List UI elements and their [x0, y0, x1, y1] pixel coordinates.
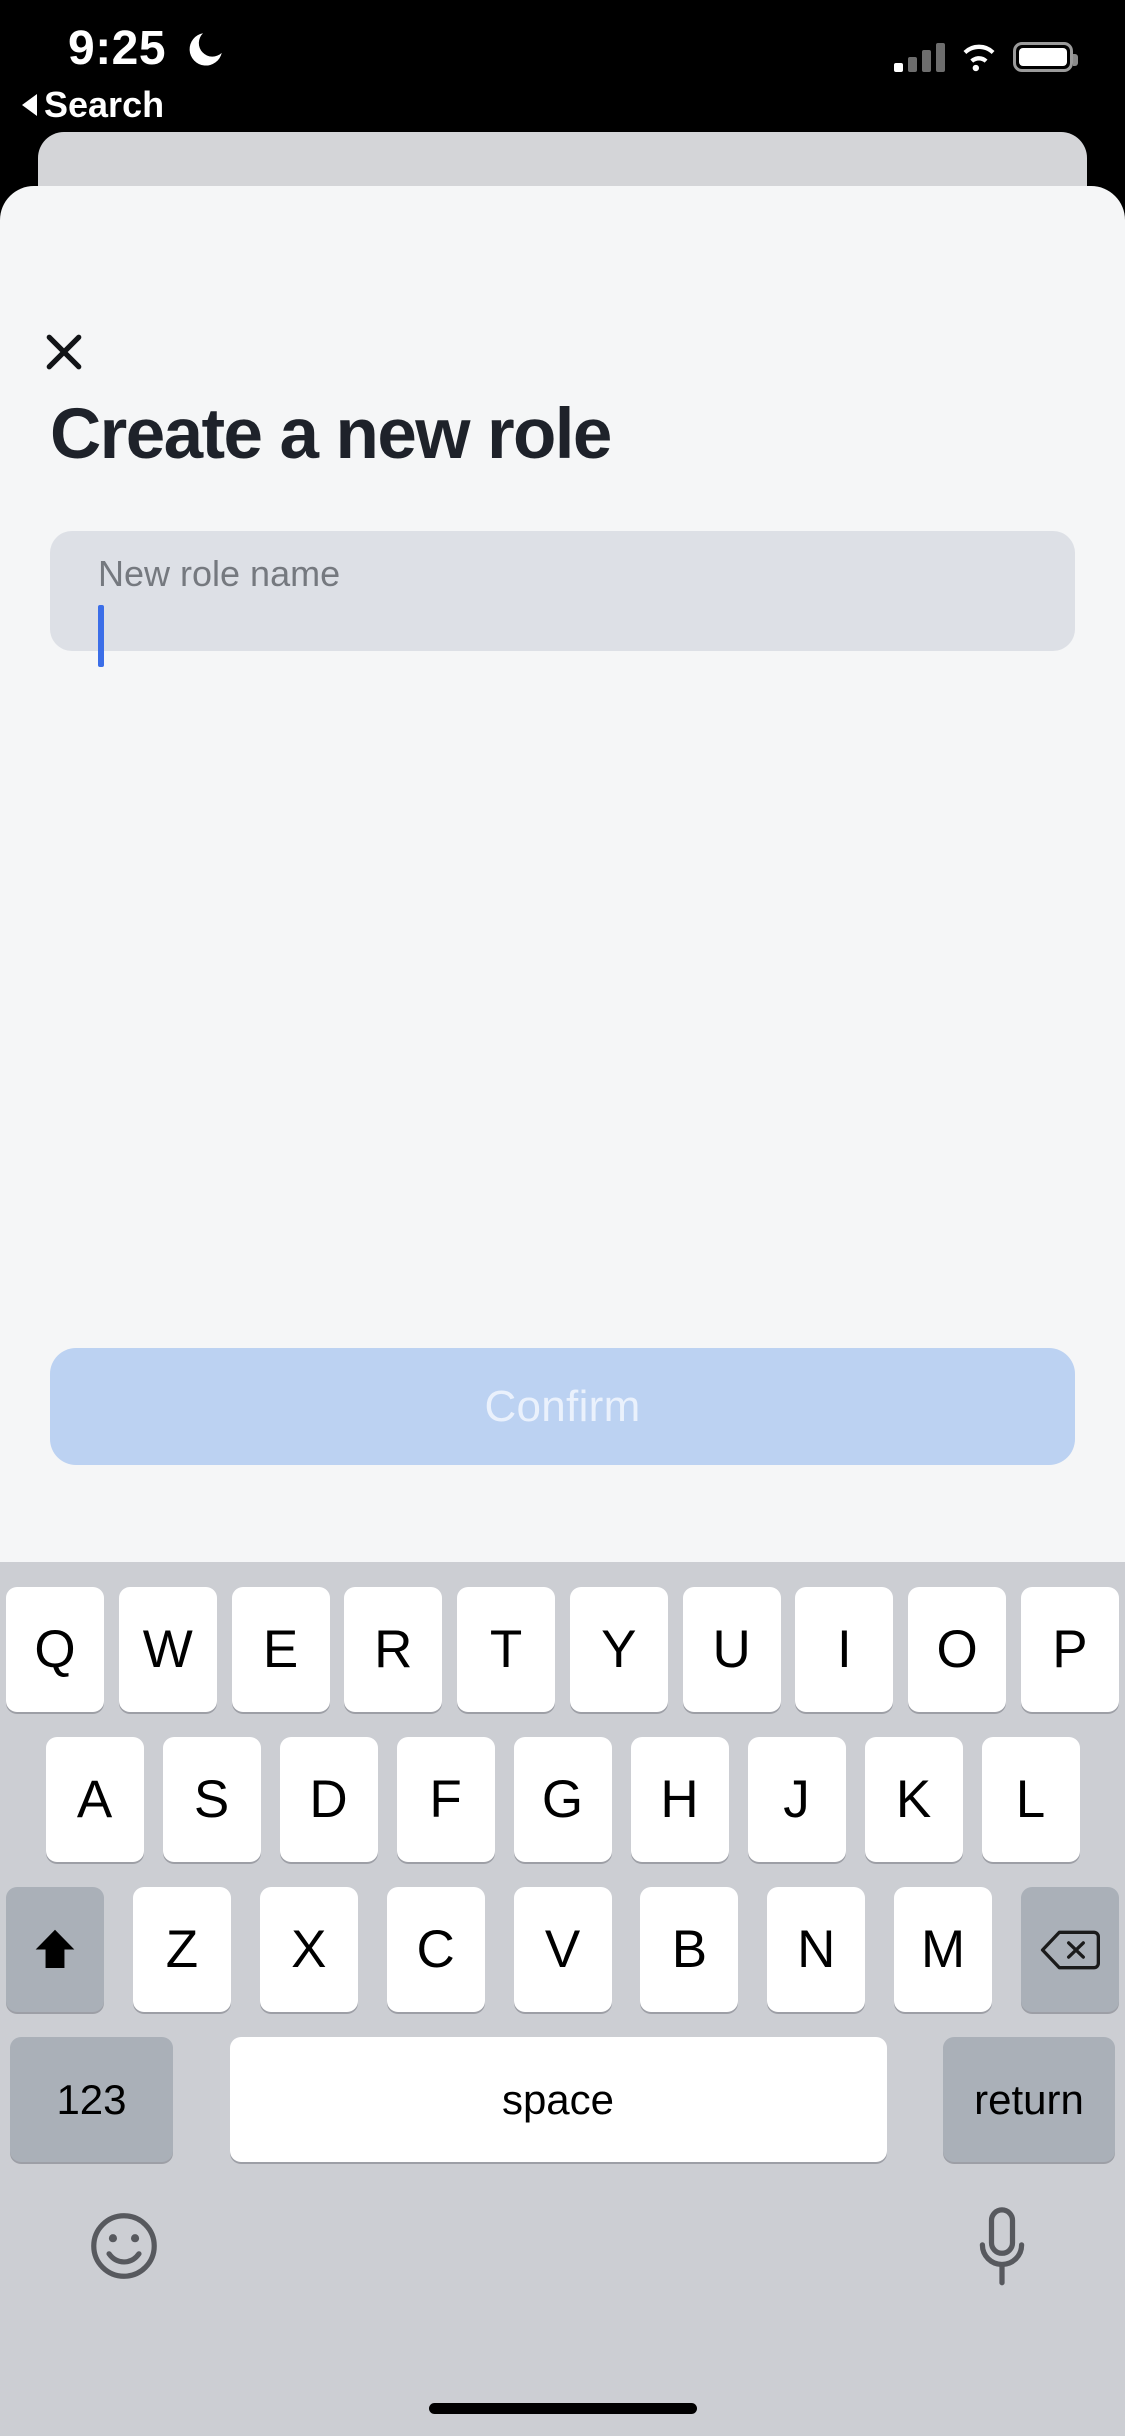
keyboard-bottom-bar	[0, 2197, 1125, 2327]
keyboard-row-2: A S D F G H J K L	[0, 1737, 1125, 1862]
return-key[interactable]: return	[943, 2037, 1115, 2162]
home-indicator-bar	[428, 2403, 697, 2414]
status-bar: 9:25 Search	[0, 0, 1125, 132]
back-link-label: Search	[44, 84, 165, 125]
key-l[interactable]: L	[981, 1737, 1080, 1862]
keyboard-row-4: 123 space return	[0, 2037, 1125, 2162]
key-a[interactable]: A	[45, 1737, 144, 1862]
key-w[interactable]: W	[118, 1587, 217, 1712]
key-e[interactable]: E	[231, 1587, 330, 1712]
shift-key[interactable]	[6, 1887, 104, 2012]
on-screen-keyboard: Q W E R T Y U I O P A S D F G H J K L Z …	[0, 1562, 1125, 2436]
new-role-name-input[interactable]: New role name	[50, 531, 1075, 667]
key-p[interactable]: P	[1020, 1587, 1119, 1712]
key-m[interactable]: M	[894, 1887, 993, 2012]
key-q[interactable]: Q	[6, 1587, 104, 1712]
key-i[interactable]: I	[795, 1587, 894, 1712]
key-v[interactable]: V	[513, 1887, 612, 2012]
status-bar-indicators	[894, 32, 1078, 72]
keyboard-row-1: Q W E R T Y U I O P	[0, 1587, 1125, 1712]
key-y[interactable]: Y	[569, 1587, 668, 1712]
space-key[interactable]: space	[229, 2037, 887, 2162]
keyboard-row-3: Z X C V B N M	[0, 1887, 1125, 2012]
confirm-button-label: Confirm	[484, 1381, 641, 1431]
key-u[interactable]: U	[682, 1587, 781, 1712]
new-role-name-label: New role name	[98, 553, 341, 594]
close-x-icon	[46, 334, 82, 370]
cellular-signal-icon	[894, 42, 945, 72]
key-o[interactable]: O	[908, 1587, 1007, 1712]
key-b[interactable]: B	[640, 1887, 739, 2012]
dictation-key[interactable]	[974, 2205, 1030, 2289]
key-r[interactable]: R	[344, 1587, 443, 1712]
crescent-moon-icon	[189, 33, 222, 66]
key-j[interactable]: J	[747, 1737, 846, 1862]
key-z[interactable]: Z	[132, 1887, 231, 2012]
key-s[interactable]: S	[162, 1737, 261, 1862]
text-caret	[98, 605, 104, 667]
shift-up-arrow-icon	[35, 1929, 75, 1968]
microphone-icon	[979, 2207, 1025, 2286]
key-n[interactable]: N	[767, 1887, 866, 2012]
key-c[interactable]: C	[386, 1887, 485, 2012]
create-role-sheet: Create a new role New role name Confirm	[0, 186, 1125, 1562]
key-f[interactable]: F	[396, 1737, 495, 1862]
key-t[interactable]: T	[457, 1587, 556, 1712]
backspace-key[interactable]	[1021, 1887, 1119, 2012]
key-k[interactable]: K	[864, 1737, 963, 1862]
numbers-key[interactable]: 123	[10, 2037, 173, 2162]
emoji-smiley-icon	[91, 2213, 157, 2279]
delete-backward-icon	[1040, 1930, 1101, 1969]
key-d[interactable]: D	[279, 1737, 378, 1862]
status-bar-time: 9:25	[68, 22, 167, 75]
battery-full-icon	[1013, 42, 1078, 72]
wifi-icon	[963, 44, 995, 72]
key-g[interactable]: G	[513, 1737, 612, 1862]
close-button[interactable]	[38, 326, 90, 378]
confirm-button[interactable]: Confirm	[50, 1348, 1075, 1465]
back-to-search-link[interactable]: Search	[22, 84, 164, 126]
back-caret-icon	[22, 94, 37, 116]
page-title: Create a new role	[50, 395, 612, 474]
emoji-key[interactable]	[85, 2207, 163, 2285]
key-x[interactable]: X	[259, 1887, 358, 2012]
key-h[interactable]: H	[630, 1737, 729, 1862]
